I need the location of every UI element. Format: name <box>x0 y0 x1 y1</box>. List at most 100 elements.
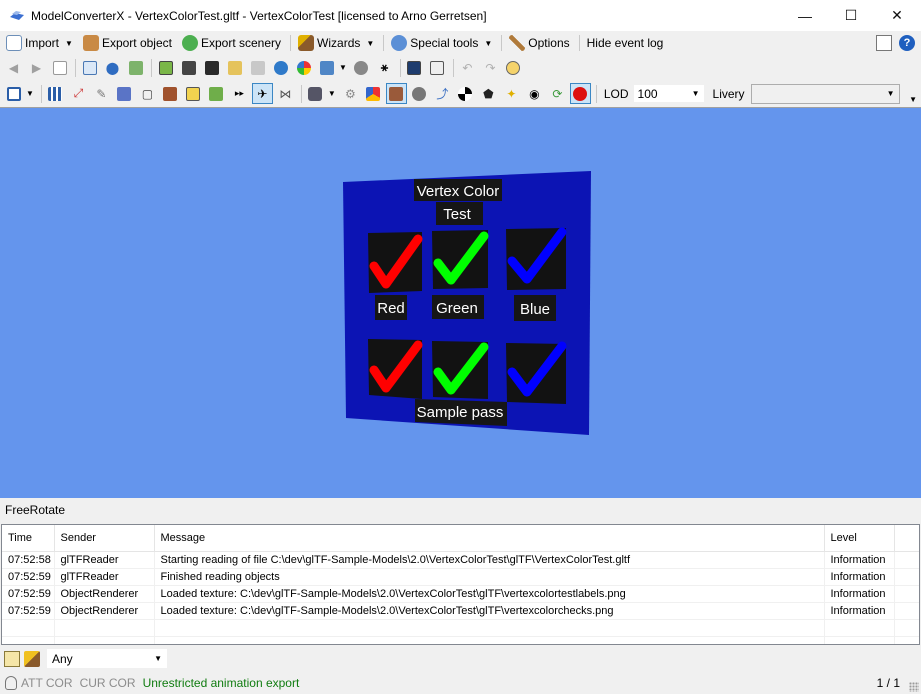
cell-time: 07:52:59 <box>2 568 55 586</box>
brick-icon[interactable] <box>160 83 181 104</box>
hide-event-log-menu[interactable]: Hide event log <box>583 32 668 54</box>
toolbar-overflow-icon[interactable]: ▼ <box>909 95 917 104</box>
cell-sender: ObjectRenderer <box>54 585 155 603</box>
help-icon[interactable]: ? <box>899 35 915 51</box>
hierarchy-icon[interactable] <box>125 57 146 78</box>
column-header-sender[interactable]: Sender <box>54 525 155 552</box>
column-header-time[interactable]: Time <box>2 525 55 552</box>
chevron-down-icon: ▼ <box>886 89 895 98</box>
particles-icon[interactable] <box>114 83 135 104</box>
wireframe-cube-icon[interactable]: ▢ <box>137 83 158 104</box>
export-object-menu[interactable]: Export object <box>79 32 176 54</box>
textured-cube-icon[interactable] <box>385 83 407 104</box>
scale-icon[interactable] <box>247 57 268 78</box>
options-menu[interactable]: Options <box>505 32 573 54</box>
chevron-down-icon[interactable]: ▼ <box>339 63 347 72</box>
texture-icon[interactable] <box>178 57 199 78</box>
redo-icon[interactable]: ↷ <box>480 57 501 78</box>
resize-grip-icon[interactable] <box>909 682 919 692</box>
grid-icon[interactable] <box>45 83 66 104</box>
toolbar-separator <box>75 58 76 77</box>
axis-icon[interactable]: ⤢ <box>68 83 89 104</box>
color-cube-icon[interactable] <box>363 83 384 104</box>
lightbulb-icon <box>5 676 17 690</box>
panel-title-line1: Vertex Color <box>417 183 500 200</box>
options-label: Options <box>528 36 570 50</box>
color-wheel-icon[interactable] <box>293 57 314 78</box>
light-icon[interactable]: ✦ <box>501 83 522 104</box>
molecule-icon[interactable] <box>351 57 372 78</box>
camera-icon[interactable] <box>305 83 326 104</box>
forward-arrow-icon[interactable]: ▶ <box>26 57 47 78</box>
table-row[interactable]: 07:52:59 ObjectRenderer Loaded texture: … <box>2 602 919 620</box>
minimize-button[interactable]: — <box>782 0 828 31</box>
clock-icon[interactable] <box>503 57 524 78</box>
export-scenery-menu[interactable]: Export scenery <box>178 32 285 54</box>
camera-mode-label: FreeRotate <box>5 503 66 517</box>
edit-icon[interactable] <box>4 650 20 667</box>
import-menu[interactable]: Import ▼ <box>2 32 77 54</box>
zoom-icon[interactable] <box>79 57 100 78</box>
close-button[interactable]: ✕ <box>874 0 920 31</box>
lod-select[interactable]: 100 ▼ <box>632 84 705 103</box>
event-log[interactable]: Time Sender Message Level 07:52:58 glTFR… <box>1 524 920 645</box>
undo-icon[interactable]: ↶ <box>457 57 478 78</box>
yellow-square-icon[interactable] <box>183 83 204 104</box>
normals-icon[interactable]: ⤴ <box>432 83 453 104</box>
window-title: ModelConverterX - VertexColorTest.gltf -… <box>31 8 487 23</box>
cog-sphere-icon[interactable]: ⚙ <box>340 83 361 104</box>
image-icon[interactable] <box>224 57 245 78</box>
material-editor-icon[interactable] <box>155 57 176 78</box>
eye-icon[interactable]: ◉ <box>524 83 545 104</box>
cell-filler <box>894 585 919 603</box>
earth-icon[interactable] <box>270 57 291 78</box>
chevron-down-icon[interactable]: ▼ <box>26 89 34 98</box>
export-status: Unrestricted animation export <box>142 676 300 690</box>
clear-broom-icon[interactable] <box>24 650 40 667</box>
skeleton-icon[interactable]: ⚹ <box>374 57 395 78</box>
sphere-icon[interactable] <box>409 83 430 104</box>
page-icon[interactable] <box>49 57 70 78</box>
livery-select[interactable]: ▼ <box>750 83 900 104</box>
checker-icon[interactable] <box>455 83 476 104</box>
special-tools-menu[interactable]: Special tools ▼ <box>387 32 496 54</box>
net-icon[interactable]: ⋈ <box>275 83 296 104</box>
column-header-level[interactable]: Level <box>824 525 895 552</box>
properties-icon[interactable] <box>427 57 448 78</box>
airplane-icon[interactable]: ✈ <box>251 83 273 104</box>
back-arrow-icon[interactable]: ◀ <box>3 57 24 78</box>
cell-sender: glTFReader <box>54 568 155 586</box>
bug-icon[interactable] <box>569 83 591 104</box>
document-icon[interactable] <box>876 35 892 51</box>
film-icon[interactable] <box>201 57 222 78</box>
mode-bar: FreeRotate <box>0 498 921 522</box>
paperclip-icon[interactable]: ✎ <box>91 83 112 104</box>
cell-message: Starting reading of file C:\dev\glTF-Sam… <box>154 551 825 569</box>
maximize-button[interactable]: ☐ <box>828 0 874 31</box>
page-indicator: 1 / 1 <box>876 676 900 690</box>
3d-viewport[interactable]: Vertex Color Test Red Green Blue Sample … <box>0 107 921 498</box>
chevron-down-icon[interactable]: ▼ <box>328 89 336 98</box>
log-level-filter[interactable]: Any ▼ <box>46 648 168 669</box>
cell-filler <box>894 602 919 620</box>
column-header-filler <box>894 525 919 552</box>
check-tile-green-2 <box>432 341 489 399</box>
screenshot-icon[interactable] <box>404 57 425 78</box>
refresh-icon[interactable]: ⟳ <box>547 83 568 104</box>
transform-icon[interactable] <box>316 57 337 78</box>
filter-value: Any <box>52 651 73 666</box>
check-tile-blue-2 <box>506 341 567 404</box>
table-row[interactable]: 07:52:59 glTFReader Finished reading obj… <box>2 568 919 586</box>
wizards-menu[interactable]: Wizards ▼ <box>294 32 378 54</box>
runway-icon[interactable]: ▸▸ <box>229 83 250 104</box>
shadow-icon[interactable]: ⬟ <box>478 83 499 104</box>
table-row[interactable]: 07:52:58 glTFReader Starting reading of … <box>2 551 919 569</box>
toolbar-separator <box>452 58 454 77</box>
map-pin-icon[interactable]: ⬤ <box>102 57 123 78</box>
table-row[interactable]: 07:52:59 ObjectRenderer Loaded texture: … <box>2 585 919 603</box>
fit-view-icon[interactable] <box>3 83 24 104</box>
terrain-icon[interactable] <box>206 83 227 104</box>
column-header-message[interactable]: Message <box>154 525 825 552</box>
cell-sender: ObjectRenderer <box>54 602 155 620</box>
event-log-header: Time Sender Message Level <box>2 525 919 552</box>
